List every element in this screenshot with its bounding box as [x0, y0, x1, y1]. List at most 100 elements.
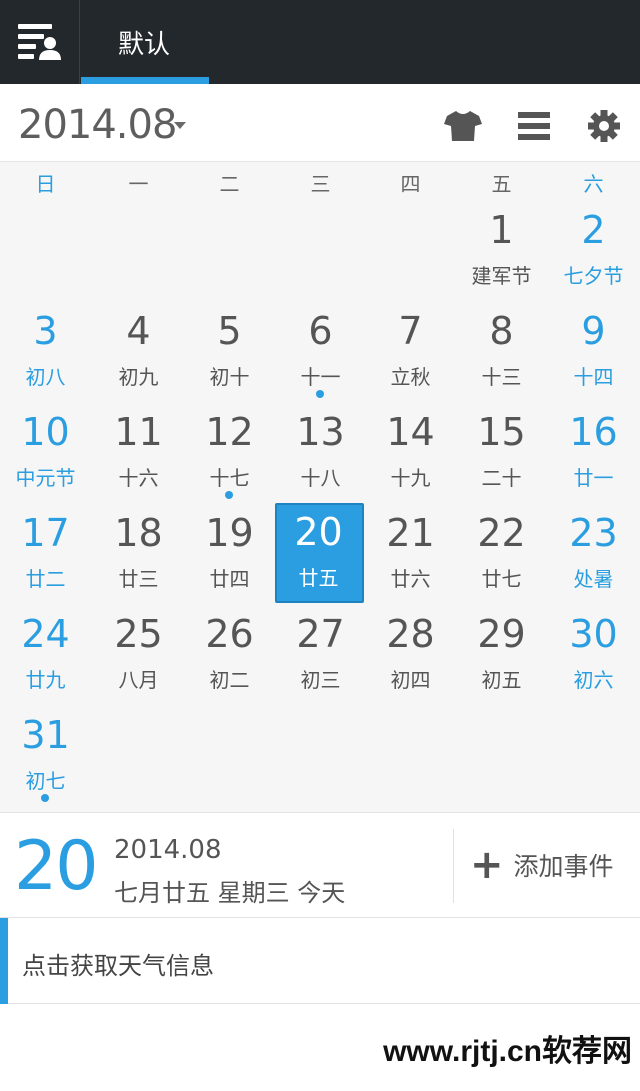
day-number: 27: [296, 612, 345, 656]
day-cell[interactable]: 1 建军节: [456, 200, 547, 301]
day-cell[interactable]: 26 初二: [184, 604, 275, 705]
today-panel: 20 2014.08 七月廿五 星期三 今天 + 添加事件: [0, 812, 640, 918]
lunar-label: 十六: [118, 466, 159, 490]
day-cell[interactable]: 18 廿三: [93, 503, 184, 604]
day-cell[interactable]: 14 十九: [365, 402, 456, 503]
lunar-label: 廿二: [25, 567, 66, 591]
plus-icon: +: [470, 842, 504, 888]
day-cell[interactable]: 5 初十: [184, 301, 275, 402]
day-number: 15: [477, 410, 526, 454]
add-event-label: 添加事件: [513, 852, 614, 881]
tab-default-label: 默认: [118, 30, 171, 60]
day-cell[interactable]: 11 十六: [93, 402, 184, 503]
weekday-label: 五: [491, 172, 512, 196]
day-number: 30: [569, 612, 618, 656]
day-cell[interactable]: 27 初三: [275, 604, 366, 705]
lunar-label: 廿四: [209, 567, 250, 591]
day-cell[interactable]: 29 初五: [456, 604, 547, 705]
day-number: 10: [21, 410, 70, 454]
day-cell[interactable]: 19 廿四: [184, 503, 275, 604]
weekday-header: 日 一 二 三 四 五 六: [0, 162, 640, 200]
lunar-label: 廿七: [481, 567, 522, 591]
weekday-label: 二: [219, 172, 240, 196]
tab-active-indicator: [81, 77, 209, 84]
day-number: 12: [205, 410, 254, 454]
day-cell[interactable]: 28 初四: [365, 604, 456, 705]
day-cell[interactable]: 24 廿九: [0, 604, 91, 705]
today-year-month: 2014.08: [114, 835, 222, 865]
month-selector[interactable]: 2014.08: [18, 102, 177, 148]
weekday-label: 四: [400, 172, 421, 196]
add-event-button[interactable]: + 添加事件: [470, 843, 614, 887]
lunar-label: 廿六: [390, 567, 431, 591]
weather-row[interactable]: 点击获取天气信息: [0, 918, 640, 1004]
day-cell[interactable]: 10 中元节: [0, 402, 91, 503]
lunar-label: 七夕节: [563, 264, 624, 288]
weekday-label: 一: [128, 172, 149, 196]
day-number: 25: [114, 612, 163, 656]
day-cell[interactable]: 30 初六: [548, 604, 639, 705]
lunar-label: 十三: [481, 365, 522, 389]
theme-button[interactable]: [443, 106, 483, 146]
day-number: 18: [114, 511, 163, 555]
day-cell-selected[interactable]: 20 廿五: [273, 502, 364, 603]
list-view-button[interactable]: [514, 106, 554, 146]
day-cell[interactable]: 22 廿七: [456, 503, 547, 604]
day-cell[interactable]: 4 初九: [93, 301, 184, 402]
day-cell[interactable]: 21 廿六: [365, 503, 456, 604]
day-cell[interactable]: 13 十八: [275, 402, 366, 503]
day-number: 19: [205, 511, 254, 555]
day-number: 7: [398, 309, 423, 353]
lunar-label: 建军节: [471, 264, 532, 288]
day-number: 22: [477, 511, 526, 555]
day-number: 1: [489, 208, 514, 252]
today-day-number: 20: [14, 827, 99, 906]
lunar-label: 廿一: [573, 466, 614, 490]
lunar-label: 初四: [390, 668, 431, 692]
day-cell[interactable]: 31 初七: [0, 705, 91, 806]
day-cell[interactable]: 2 七夕节: [548, 200, 639, 301]
day-number: 16: [569, 410, 618, 454]
lunar-label: 初九: [118, 365, 159, 389]
day-cell[interactable]: 15 二十: [456, 402, 547, 503]
day-number: 13: [296, 410, 345, 454]
lunar-label: 二十: [481, 466, 522, 490]
shirt-icon: [444, 111, 482, 141]
day-number: 24: [21, 612, 70, 656]
day-cell[interactable]: 23 处暑: [548, 503, 639, 604]
tab-default[interactable]: 默认: [81, 0, 209, 84]
day-cell[interactable]: 8 十三: [456, 301, 547, 402]
lunar-label: 中元节: [15, 466, 76, 490]
day-cell[interactable]: 16 廿一: [548, 402, 639, 503]
day-cell[interactable]: 9 十四: [548, 301, 639, 402]
menu-icon: [17, 24, 61, 60]
day-cell[interactable]: 12 十七: [184, 402, 275, 503]
weekday-label: 日: [35, 172, 56, 196]
day-cell[interactable]: 3 初八: [0, 301, 91, 402]
day-number: 17: [21, 511, 70, 555]
day-cell[interactable]: 7 立秋: [365, 301, 456, 402]
event-dot: [41, 794, 49, 802]
day-number: 8: [489, 309, 514, 353]
settings-button[interactable]: [584, 106, 624, 146]
top-bar: 默认: [0, 0, 640, 84]
caret-down-icon[interactable]: [174, 122, 186, 129]
lunar-label: 初十: [209, 365, 250, 389]
day-number: 29: [477, 612, 526, 656]
menu-button[interactable]: [0, 0, 80, 84]
bottom-area: www.rjtj.cn软荐网: [0, 1004, 640, 1091]
day-number: 26: [205, 612, 254, 656]
weather-label: 点击获取天气信息: [22, 952, 214, 980]
day-cell[interactable]: 25 八月: [93, 604, 184, 705]
lunar-label: 处暑: [573, 567, 614, 591]
lunar-label: 十一: [300, 365, 341, 389]
weekday-label: 六: [583, 172, 604, 196]
day-cell[interactable]: 17 廿二: [0, 503, 91, 604]
calendar-grid: 日 一 二 三 四 五 六 1 建军节 2 七夕节 3 初八 4 初九 5 初十…: [0, 162, 640, 812]
day-number: 5: [217, 309, 242, 353]
lunar-label: 十八: [300, 466, 341, 490]
day-number: 9: [581, 309, 606, 353]
watermark-text: www.rjtj.cn软荐网: [383, 1035, 632, 1068]
day-number: 14: [386, 410, 435, 454]
day-cell[interactable]: 6 十一: [275, 301, 366, 402]
